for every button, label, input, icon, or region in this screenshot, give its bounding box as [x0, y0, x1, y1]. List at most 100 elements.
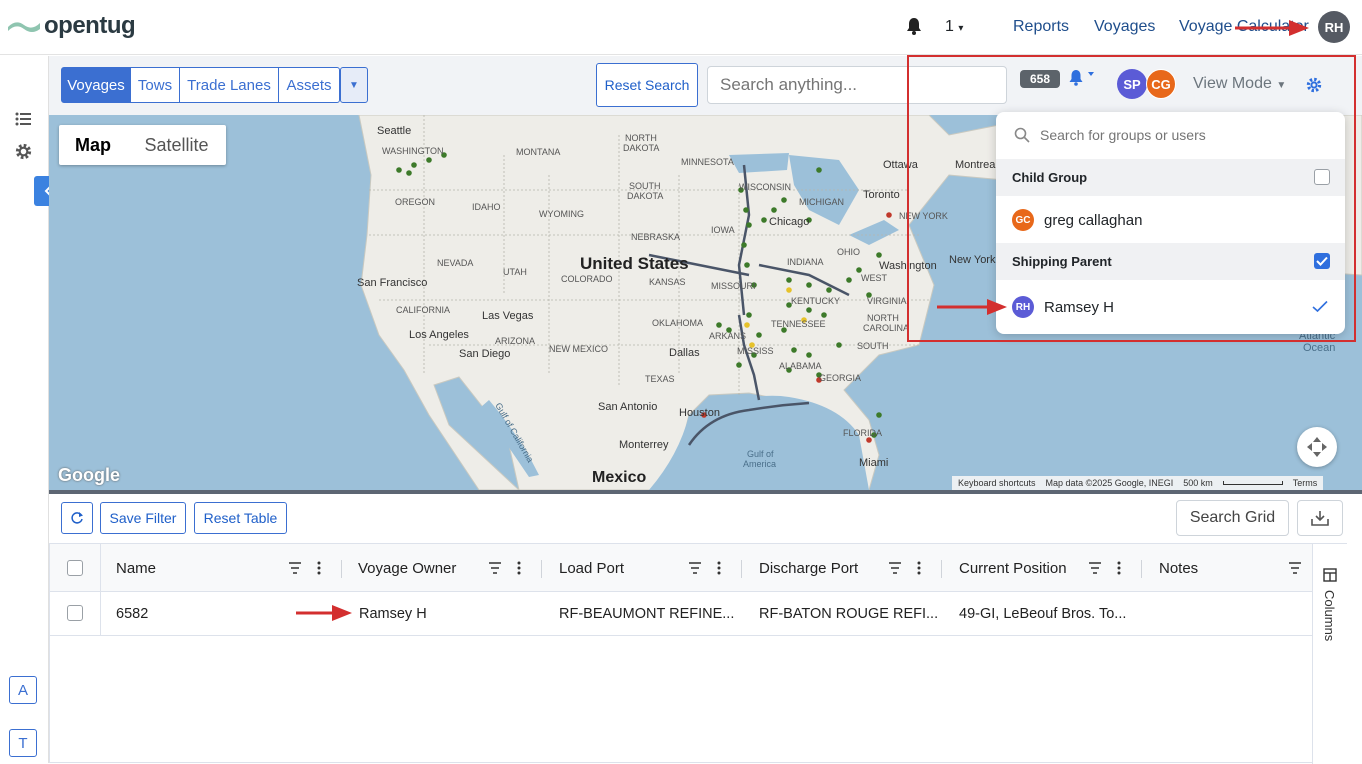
map-label: Dallas [669, 347, 700, 359]
column-header-name[interactable]: Name [116, 544, 156, 592]
column-header-discharge-port[interactable]: Discharge Port [759, 544, 858, 592]
column-filter-menu-icons[interactable] [488, 561, 532, 575]
list-icon[interactable] [15, 112, 31, 126]
map-label: WYOMING [539, 209, 584, 219]
map-label: VIRGINIA [867, 296, 907, 306]
columns-side-panel[interactable]: Columns [1312, 544, 1348, 764]
logo-text: opentug [44, 12, 136, 39]
user-avatar[interactable]: RH [1318, 11, 1350, 43]
row-checkbox[interactable] [67, 605, 83, 621]
tab-tows[interactable]: Tows [130, 67, 180, 103]
column-header-current-position[interactable]: Current Position [959, 544, 1067, 592]
map-label: FLORIDA [843, 428, 882, 438]
map-label: CALIFORNIA [396, 305, 450, 315]
map-label: TENNESSEE [771, 319, 826, 329]
tab-trade-lanes[interactable]: Trade Lanes [179, 67, 279, 103]
column-filter-menu-icons[interactable] [1088, 561, 1132, 575]
map-label: Monterrey [619, 439, 669, 451]
map-label: UTAH [503, 267, 527, 277]
column-filter-menu-icons[interactable] [688, 561, 732, 575]
search-grid-button[interactable]: Search Grid [1176, 500, 1289, 536]
save-filter-button[interactable]: Save Filter [100, 502, 186, 534]
map-label: OHIO [837, 247, 860, 257]
map-label: ARIZONA [495, 336, 535, 346]
cell-load-port[interactable]: RF-BEAUMONT REFINE... [559, 592, 734, 636]
map-label: WASHINGTON [382, 146, 444, 156]
keyboard-shortcuts-link[interactable]: Keyboard shortcuts [958, 478, 1036, 488]
divider [341, 560, 342, 578]
map-label: COLORADO [561, 274, 613, 284]
annotation-arrow [1235, 20, 1309, 36]
map-label: NEW MEXICO [549, 344, 608, 354]
rail-button-a[interactable]: A [9, 676, 37, 704]
map-label: GEORGIA [819, 373, 861, 383]
divider [941, 560, 942, 578]
map-label: Seattle [377, 125, 411, 137]
map-label: MONTANA [516, 147, 560, 157]
tab-assets[interactable]: Assets [278, 67, 340, 103]
map-label: TEXAS [645, 374, 675, 384]
nav-reports[interactable]: Reports [1013, 18, 1069, 36]
annotation-arrow [937, 299, 1007, 315]
map-label: IDAHO [472, 202, 501, 212]
map-label: MISSOURI [711, 281, 756, 291]
divider [541, 560, 542, 578]
reset-search-button[interactable]: Reset Search [596, 63, 698, 107]
map-label: ALABAMA [779, 361, 822, 371]
map-label: Chicago [769, 216, 809, 228]
map-label: San Francisco [357, 277, 427, 289]
scale-bar [1222, 481, 1283, 485]
column-header-notes[interactable]: Notes [1159, 544, 1198, 592]
refresh-button[interactable] [61, 502, 93, 534]
annotation-arrow [296, 605, 352, 621]
cell-name[interactable]: 6582 [116, 592, 148, 636]
column-filter-icon[interactable] [1288, 561, 1302, 575]
map-label-country: United States [580, 254, 689, 273]
column-filter-menu-icons[interactable] [288, 561, 332, 575]
map-label: Los Angeles [409, 329, 469, 341]
map-label: MICHIGAN [799, 197, 844, 207]
map-label: San Diego [459, 348, 510, 360]
map-label: MINNESOTA [681, 157, 734, 167]
download-icon [1311, 511, 1329, 526]
voyages-grid: Name Voyage Owner Load Port Discharge Po… [49, 543, 1348, 764]
logo-wave-icon [8, 22, 40, 32]
notification-count[interactable]: 1 ▾ [945, 18, 963, 36]
map-label: Toronto [863, 189, 900, 201]
map-label: INDIANA [787, 257, 824, 267]
gear-icon[interactable] [15, 143, 32, 160]
terms-link[interactable]: Terms [1293, 478, 1318, 488]
bell-icon[interactable] [906, 17, 922, 35]
map-label: Gulf of America [743, 449, 776, 469]
tabs-more-dropdown[interactable]: ▼ [340, 67, 368, 103]
map-attribution: Keyboard shortcuts Map data ©2025 Google… [952, 476, 1324, 490]
scale-text[interactable]: 500 km [1183, 478, 1213, 488]
cell-discharge-port[interactable]: RF-BATON ROUGE REFI... [759, 592, 938, 636]
map-label: ARKANS [709, 331, 746, 341]
column-header-voyage-owner[interactable]: Voyage Owner [358, 544, 456, 592]
map-label: San Antonio [598, 401, 657, 413]
divider [1141, 560, 1142, 578]
map-type-satellite-button[interactable]: Satellite [127, 125, 226, 165]
select-all-checkbox[interactable] [67, 560, 83, 576]
columns-icon [1323, 568, 1337, 582]
column-filter-menu-icons[interactable] [888, 561, 932, 575]
logo[interactable]: opentug [8, 12, 136, 40]
google-logo: Google [58, 465, 120, 485]
tab-voyages[interactable]: Voyages [61, 67, 131, 103]
nav-voyages[interactable]: Voyages [1094, 18, 1155, 36]
left-rail: A T [0, 56, 64, 763]
map-label: Las Vegas [482, 310, 534, 322]
map-type-control: Map Satellite [59, 125, 226, 165]
map-label: NORTH DAKOTA [623, 133, 659, 153]
reset-table-button[interactable]: Reset Table [194, 502, 287, 534]
export-button[interactable] [1297, 500, 1343, 536]
map-type-map-button[interactable]: Map [59, 125, 127, 165]
caret-down-icon: ▾ [958, 23, 964, 34]
cell-current-position[interactable]: 49-GI, LeBeouf Bros. To... [959, 592, 1126, 636]
map-camera-control[interactable] [1297, 427, 1337, 467]
rail-button-t[interactable]: T [9, 729, 37, 757]
cell-voyage-owner[interactable]: Ramsey H [359, 592, 427, 636]
column-header-load-port[interactable]: Load Port [559, 544, 624, 592]
caret-down-icon: ▼ [349, 79, 359, 91]
